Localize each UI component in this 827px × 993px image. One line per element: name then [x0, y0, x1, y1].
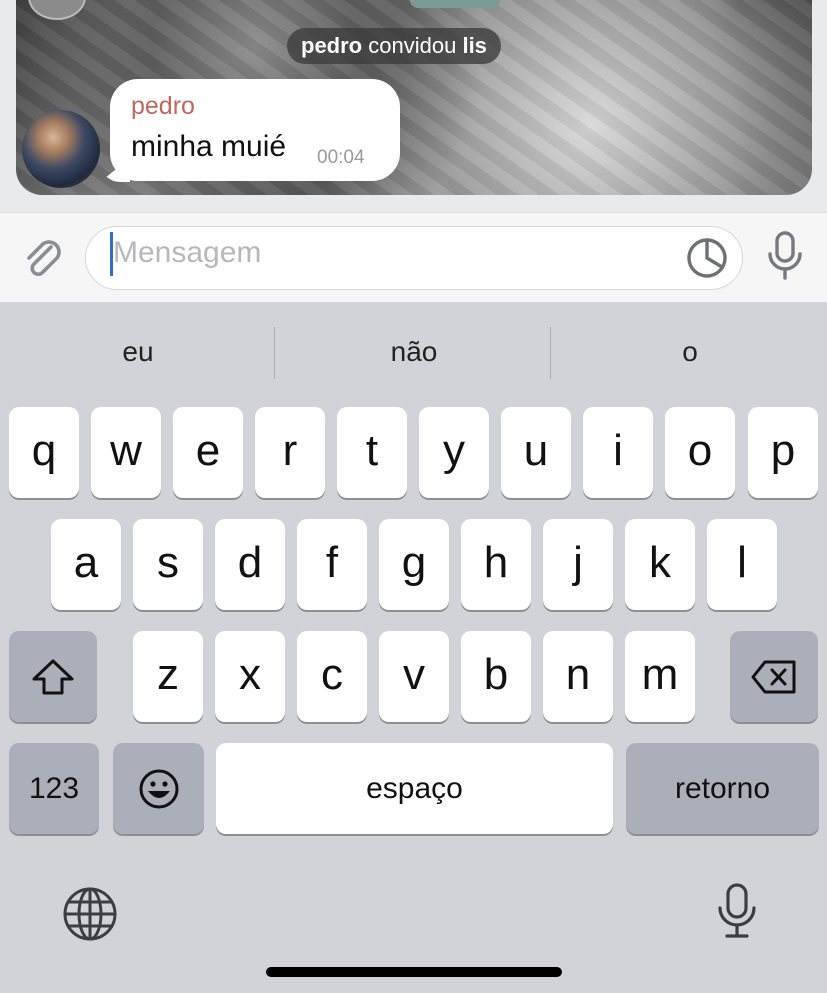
dictation-microphone-icon[interactable] — [716, 882, 758, 940]
key-k[interactable]: k — [625, 519, 695, 610]
emoji-icon — [139, 769, 178, 808]
message-text: minha muié — [131, 130, 287, 163]
shift-key[interactable] — [9, 631, 97, 722]
key-label: espaço — [366, 771, 463, 805]
key-h[interactable]: h — [461, 519, 531, 610]
key-w[interactable]: w — [91, 407, 161, 498]
suggestion-3[interactable]: o — [555, 336, 825, 368]
suggestion-1[interactable]: eu — [3, 336, 273, 368]
key-label: m — [641, 649, 679, 699]
key-v[interactable]: v — [379, 631, 449, 722]
key-label: retorno — [674, 771, 771, 805]
sender-avatar[interactable] — [22, 110, 100, 188]
key-label: p — [770, 425, 796, 475]
globe-icon[interactable] — [62, 886, 118, 942]
key-g[interactable]: g — [379, 519, 449, 610]
key-n[interactable]: n — [543, 631, 613, 722]
service-target: lis — [462, 33, 487, 58]
key-label: e — [195, 425, 221, 475]
microphone-icon[interactable] — [764, 230, 806, 282]
key-x[interactable]: x — [215, 631, 285, 722]
suggestion-divider — [274, 327, 275, 379]
key-c[interactable]: c — [297, 631, 367, 722]
key-p[interactable]: p — [748, 407, 818, 498]
emoji-key[interactable] — [113, 743, 204, 834]
key-label: q — [31, 425, 57, 475]
key-label: g — [401, 537, 427, 587]
backspace-icon — [751, 660, 796, 693]
key-e[interactable]: e — [173, 407, 243, 498]
key-r[interactable]: r — [255, 407, 325, 498]
key-label: b — [483, 649, 509, 699]
key-label: k — [649, 537, 671, 587]
key-o[interactable]: o — [665, 407, 735, 498]
key-label: j — [573, 537, 583, 587]
key-label: a — [73, 537, 99, 587]
key-u[interactable]: u — [501, 407, 571, 498]
key-s[interactable]: s — [133, 519, 203, 610]
key-q[interactable]: q — [9, 407, 79, 498]
space-key[interactable]: espaço — [216, 743, 613, 834]
sticker-icon[interactable] — [686, 237, 728, 279]
key-i[interactable]: i — [583, 407, 653, 498]
previous-service-message — [410, 0, 500, 8]
key-label: i — [613, 425, 623, 475]
suggestion-2[interactable]: não — [279, 336, 549, 368]
suggestion-divider — [550, 327, 551, 379]
key-f[interactable]: f — [297, 519, 367, 610]
backspace-key[interactable] — [730, 631, 818, 722]
service-verb: convidou — [368, 33, 457, 58]
key-b[interactable]: b — [461, 631, 531, 722]
key-label: z — [157, 649, 179, 699]
service-actor: pedro — [301, 33, 363, 58]
return-key[interactable]: retorno — [626, 743, 819, 834]
key-label: u — [523, 425, 549, 475]
key-label: c — [321, 649, 343, 699]
key-label: s — [157, 537, 179, 587]
key-label: o — [687, 425, 713, 475]
message-input-placeholder: Mensagem — [113, 236, 262, 269]
key-label: d — [237, 537, 263, 587]
key-label: h — [483, 537, 509, 587]
key-l[interactable]: l — [707, 519, 777, 610]
key-d[interactable]: d — [215, 519, 285, 610]
key-a[interactable]: a — [51, 519, 121, 610]
service-message: pedro convidou lis — [287, 28, 501, 64]
key-z[interactable]: z — [133, 631, 203, 722]
message-time: 00:04 — [317, 147, 365, 168]
paperclip-icon[interactable] — [18, 233, 68, 283]
key-m[interactable]: m — [625, 631, 695, 722]
message-sender[interactable]: pedro — [131, 92, 195, 121]
telegram-chat-screen: pedro convidou lis pedro minha muié 00:0… — [0, 0, 827, 993]
key-label: t — [365, 425, 379, 475]
key-y[interactable]: y — [419, 407, 489, 498]
key-label: l — [737, 537, 747, 587]
key-label: v — [403, 649, 425, 699]
key-label: 123 — [28, 771, 80, 805]
numbers-key[interactable]: 123 — [9, 743, 99, 834]
home-indicator[interactable] — [266, 967, 562, 977]
key-label: w — [110, 425, 142, 475]
shift-arrow-icon — [32, 659, 74, 694]
key-label: n — [565, 649, 591, 699]
key-label: f — [325, 537, 339, 587]
key-j[interactable]: j — [543, 519, 613, 610]
key-label: r — [282, 425, 298, 475]
key-label: x — [239, 649, 261, 699]
key-t[interactable]: t — [337, 407, 407, 498]
key-label: y — [443, 425, 465, 475]
